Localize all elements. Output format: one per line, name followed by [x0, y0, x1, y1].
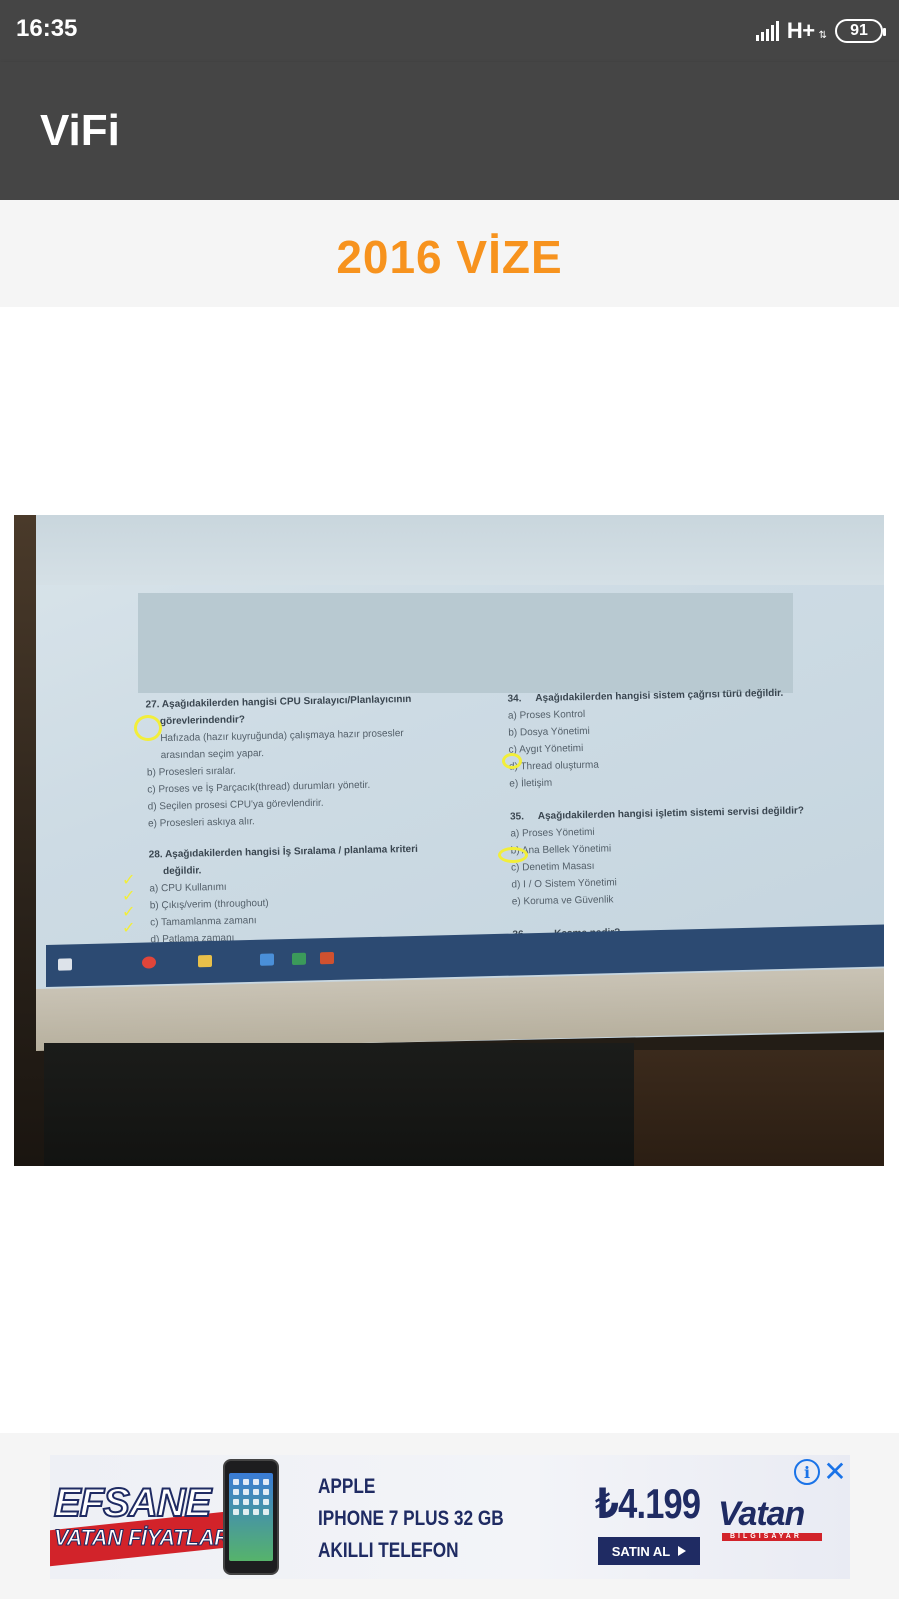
check-mark-icon: ✓ ✓ ✓ ✓	[122, 872, 136, 937]
banner-ad[interactable]: EFSANE VATAN FİYATLARI APPLE IPHONE 7 PL…	[50, 1455, 850, 1579]
section-header: 2016 VİZE	[0, 200, 899, 307]
network-type: H+	[786, 18, 815, 43]
right-question-column: 34. Aşağıdakilerden hangisi sistem çağrı…	[507, 683, 852, 943]
battery-level: 91	[850, 22, 868, 39]
q34-number: 34.	[507, 693, 522, 705]
highlight-circle-icon	[134, 715, 162, 741]
status-bar: 16:35 H+ ⇅ 91	[0, 0, 899, 62]
ad-brand-logo: Vatan	[718, 1495, 805, 1533]
data-activity-icon: ⇅	[818, 29, 827, 41]
battery-icon: 91	[835, 19, 886, 43]
q27-title-2: görevlerindendir?	[159, 714, 246, 728]
ad-buy-button[interactable]: SATIN AL	[598, 1537, 700, 1565]
windows-icon	[58, 958, 72, 971]
ad-product-line: IPHONE 7 PLUS 32 GB	[318, 1507, 504, 1530]
status-icons: H+ ⇅ 91	[755, 16, 886, 46]
q27-title: 27. Aşağıdakilerden hangisi CPU Sıralayı…	[145, 693, 412, 711]
left-question-column: 27. Aşağıdakilerden hangisi CPU Sıralayı…	[145, 690, 480, 949]
ad-container: EFSANE VATAN FİYATLARI APPLE IPHONE 7 PL…	[0, 1433, 899, 1599]
ad-brand-line: APPLE	[318, 1475, 376, 1498]
q28-title-2: değildir.	[162, 865, 202, 878]
powerpoint-icon	[320, 951, 334, 965]
highlight-circle-icon	[498, 847, 528, 863]
chrome-icon	[142, 956, 156, 969]
status-time: 16:35	[16, 15, 78, 42]
folder-icon	[198, 954, 212, 968]
app-bar: ViFi	[0, 62, 899, 200]
ad-subline: VATAN FİYATLARI	[53, 1525, 236, 1551]
blackboard	[44, 1043, 634, 1166]
ad-type-line: AKILLI TELEFON	[318, 1539, 459, 1562]
highlight-circle-icon	[502, 753, 522, 769]
redacted-area	[138, 593, 793, 693]
wall-panel	[634, 1050, 884, 1166]
close-icon[interactable]: ✕	[822, 1455, 848, 1487]
app-title: ViFi	[40, 106, 120, 155]
info-icon[interactable]: i	[794, 1459, 820, 1485]
q34-title: Aşağıdakilerden hangisi sistem çağrısı t…	[535, 687, 784, 705]
excel-icon	[292, 952, 306, 965]
ad-product-text: APPLE IPHONE 7 PLUS 32 GB AKILLI TELEFON	[318, 1471, 504, 1567]
q28-title: 28. Aşağıdakilerden hangisi İş Sıralama …	[148, 843, 418, 861]
section-title: 2016 VİZE	[336, 231, 563, 283]
q35-number: 35.	[509, 811, 525, 823]
app-icon	[260, 953, 274, 966]
phone-image	[223, 1459, 279, 1575]
signal-icon	[755, 21, 779, 41]
exam-photo[interactable]: 27. Aşağıdakilerden hangisi CPU Sıralayı…	[14, 515, 884, 1166]
document-toolbar	[36, 515, 884, 585]
ad-buy-label: SATIN AL	[611, 1543, 671, 1559]
q35-title: Aşağıdakilerden hangisi işletim sistemi …	[537, 805, 805, 822]
ad-headline: EFSANE	[53, 1480, 212, 1526]
ad-brand-sub: BİLGİSAYAR	[730, 1533, 802, 1540]
play-arrow-icon	[678, 1546, 687, 1556]
ad-price: ₺4.199	[595, 1480, 701, 1527]
